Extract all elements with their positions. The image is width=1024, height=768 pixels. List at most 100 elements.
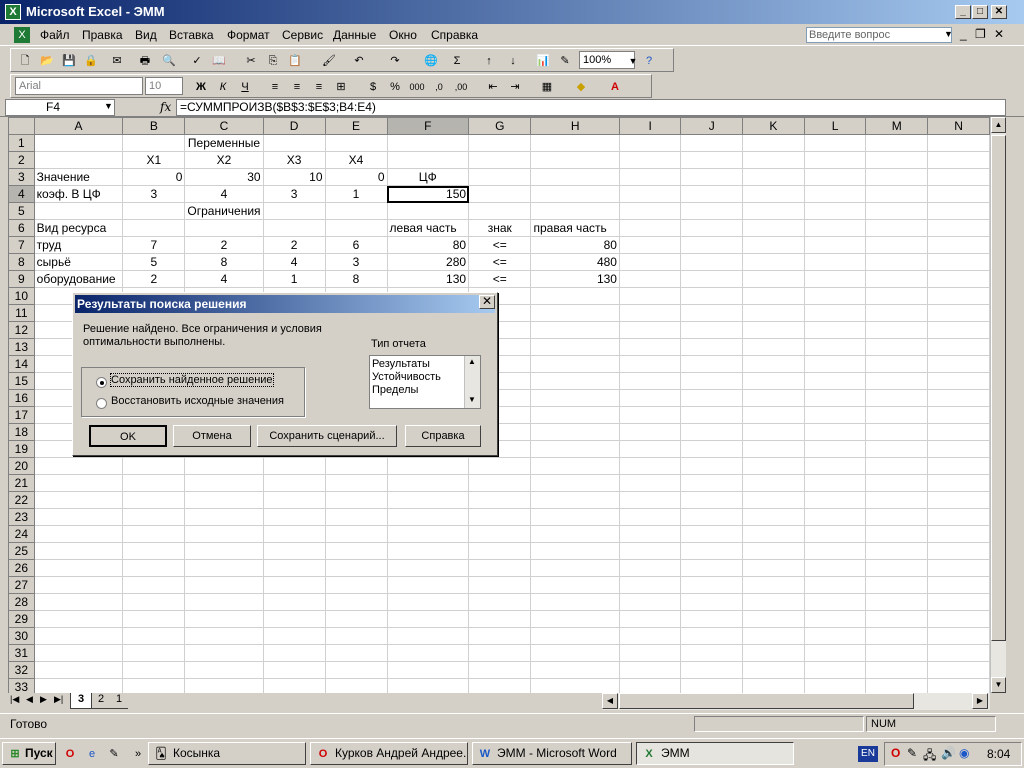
- cell-C32[interactable]: [184, 661, 264, 679]
- cell-K13[interactable]: [742, 338, 805, 356]
- cell-L25[interactable]: [803, 542, 867, 560]
- cell-K14[interactable]: [742, 355, 805, 373]
- cell-G1[interactable]: [468, 134, 532, 152]
- cell-I16[interactable]: [618, 389, 682, 407]
- row-header[interactable]: 26: [8, 559, 35, 577]
- cell-M31[interactable]: [865, 644, 929, 662]
- cell-J12[interactable]: [680, 321, 744, 339]
- save-icon[interactable]: 💾: [61, 53, 77, 69]
- cell-N3[interactable]: [927, 168, 990, 186]
- cell-H25[interactable]: [530, 542, 620, 560]
- cell-J8[interactable]: [680, 253, 744, 271]
- scroll-down-icon[interactable]: ▼: [991, 677, 1006, 693]
- cell-N25[interactable]: [927, 542, 990, 560]
- cell-B27[interactable]: [122, 576, 186, 594]
- cell-K19[interactable]: [742, 440, 805, 458]
- cell-I24[interactable]: [618, 525, 682, 543]
- cell-H32[interactable]: [530, 661, 620, 679]
- name-box[interactable]: F4: [5, 99, 115, 116]
- cell-B21[interactable]: [122, 474, 186, 492]
- permission-icon[interactable]: 🔒: [83, 53, 99, 69]
- cell-C5[interactable]: Ограничения: [184, 202, 264, 220]
- increase-indent-icon[interactable]: ⇥: [507, 79, 523, 95]
- menu-insert[interactable]: Вставка: [169, 28, 214, 42]
- cell-K16[interactable]: [742, 389, 805, 407]
- close-button[interactable]: ✕: [991, 5, 1007, 19]
- cell-K9[interactable]: [742, 270, 805, 288]
- cell-M33[interactable]: [865, 678, 929, 693]
- cell-H31[interactable]: [530, 644, 620, 662]
- cell-J11[interactable]: [680, 304, 744, 322]
- cell-C21[interactable]: [184, 474, 264, 492]
- select-all-corner[interactable]: [8, 117, 35, 135]
- cell-E29[interactable]: [324, 610, 388, 628]
- cell-J5[interactable]: [680, 202, 744, 220]
- cell-H20[interactable]: [530, 457, 620, 475]
- report-item-results[interactable]: Результаты: [372, 358, 430, 370]
- column-header-J[interactable]: J: [680, 117, 744, 135]
- cell-I31[interactable]: [618, 644, 682, 662]
- cell-M26[interactable]: [865, 559, 929, 577]
- column-header-A[interactable]: A: [33, 117, 124, 135]
- font-color-icon[interactable]: A: [607, 79, 623, 95]
- bold-icon[interactable]: Ж: [193, 79, 209, 95]
- cell-G9[interactable]: <=: [468, 270, 532, 288]
- spelling-icon[interactable]: ✓: [189, 53, 205, 69]
- cell-H16[interactable]: [530, 389, 620, 407]
- row-header[interactable]: 13: [8, 338, 35, 356]
- cell-N18[interactable]: [927, 423, 990, 441]
- cell-J3[interactable]: [680, 168, 744, 186]
- cell-L33[interactable]: [803, 678, 867, 693]
- cell-E33[interactable]: [324, 678, 388, 693]
- cell-A22[interactable]: [33, 491, 124, 509]
- report-item-sensitivity[interactable]: Устойчивость: [372, 371, 441, 383]
- cell-J26[interactable]: [680, 559, 744, 577]
- cell-H3[interactable]: [530, 168, 620, 186]
- cell-I19[interactable]: [618, 440, 682, 458]
- tray-opera-icon[interactable]: O: [891, 746, 900, 760]
- cell-J15[interactable]: [680, 372, 744, 390]
- cell-L14[interactable]: [803, 355, 867, 373]
- cell-L15[interactable]: [803, 372, 867, 390]
- cell-G22[interactable]: [468, 491, 532, 509]
- cell-D4[interactable]: 3: [262, 185, 326, 203]
- cell-L13[interactable]: [803, 338, 867, 356]
- scroll-right-icon[interactable]: ▶: [972, 693, 988, 709]
- help-search-input[interactable]: Введите вопрос: [806, 27, 952, 43]
- row-header[interactable]: 21: [8, 474, 35, 492]
- cell-F1[interactable]: [386, 134, 470, 152]
- cell-D2[interactable]: X3: [262, 151, 326, 169]
- row-header[interactable]: 32: [8, 661, 35, 679]
- cell-M18[interactable]: [865, 423, 929, 441]
- cell-J18[interactable]: [680, 423, 744, 441]
- cell-G7[interactable]: <=: [468, 236, 532, 254]
- cell-K4[interactable]: [742, 185, 805, 203]
- cell-A28[interactable]: [33, 593, 124, 611]
- fill-color-icon[interactable]: ◆: [573, 79, 589, 95]
- cell-L3[interactable]: [803, 168, 867, 186]
- cell-N14[interactable]: [927, 355, 990, 373]
- cell-G30[interactable]: [468, 627, 532, 645]
- cell-F24[interactable]: [386, 525, 470, 543]
- cell-J20[interactable]: [680, 457, 744, 475]
- cell-D1[interactable]: [262, 134, 326, 152]
- cell-D27[interactable]: [262, 576, 326, 594]
- cell-E2[interactable]: X4: [324, 151, 388, 169]
- new-icon[interactable]: 🗋: [17, 53, 33, 69]
- cell-C29[interactable]: [184, 610, 264, 628]
- cell-M8[interactable]: [865, 253, 929, 271]
- cell-K8[interactable]: [742, 253, 805, 271]
- cell-K21[interactable]: [742, 474, 805, 492]
- cell-B6[interactable]: [122, 219, 186, 237]
- cell-D7[interactable]: 2: [262, 236, 326, 254]
- cell-A9[interactable]: оборудование: [33, 270, 124, 288]
- cell-M11[interactable]: [865, 304, 929, 322]
- cell-J32[interactable]: [680, 661, 744, 679]
- cell-E20[interactable]: [324, 457, 388, 475]
- redo-icon[interactable]: ↷: [387, 53, 403, 69]
- cell-H23[interactable]: [530, 508, 620, 526]
- cell-N15[interactable]: [927, 372, 990, 390]
- cell-J23[interactable]: [680, 508, 744, 526]
- cell-D26[interactable]: [262, 559, 326, 577]
- cell-L28[interactable]: [803, 593, 867, 611]
